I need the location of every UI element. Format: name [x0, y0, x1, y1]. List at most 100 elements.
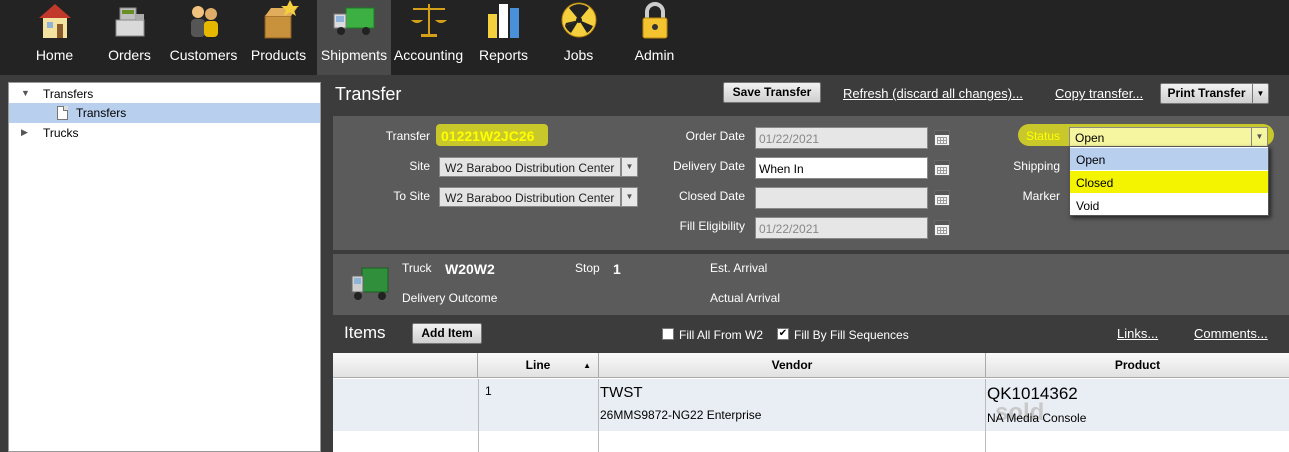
calendar-icon[interactable] — [934, 220, 950, 236]
stop-value: 1 — [613, 261, 621, 277]
nav-shipments-button[interactable]: Shipments — [317, 0, 391, 75]
actual-arrival-label: Actual Arrival — [710, 291, 781, 305]
fill-sequences-checkbox[interactable]: ✔ — [777, 328, 789, 340]
bar-chart-icon — [487, 4, 519, 38]
tree-item-label: Trucks — [43, 126, 79, 140]
padlock-icon — [642, 2, 667, 39]
nav-shipments-label: Shipments — [320, 47, 388, 63]
chevron-down-icon[interactable]: ▼ — [1251, 127, 1268, 147]
product-cell: QK1014362 — [987, 384, 1078, 403]
nav-home-button[interactable]: Home — [17, 0, 92, 75]
nav-accounting-label: Accounting — [393, 47, 464, 63]
status-option-open[interactable]: Open — [1070, 148, 1268, 170]
calendar-icon[interactable] — [934, 160, 950, 176]
nav-accounting-button[interactable]: Accounting — [391, 0, 466, 75]
stop-label: Stop — [575, 261, 600, 275]
page-title: Transfer — [335, 84, 402, 104]
nav-home-label: Home — [35, 47, 74, 63]
column-divider — [985, 379, 986, 452]
status-label: Status — [1025, 129, 1060, 143]
site-label: Site — [409, 159, 430, 173]
column-divider — [478, 379, 479, 452]
transfer-number: 01221W2JC26 — [441, 128, 535, 144]
delivery-outcome-label: Delivery Outcome — [402, 291, 498, 305]
items-grid: Line ▲ Vendor Product 1 TWST 26MMS9872-N… — [333, 353, 1289, 452]
links-link[interactable]: Links... — [1117, 326, 1158, 341]
add-item-button[interactable]: Add Item — [412, 323, 482, 344]
column-header-product[interactable]: Product — [986, 353, 1289, 378]
house-icon — [38, 4, 71, 38]
truck-icon — [333, 7, 375, 35]
radiation-icon — [561, 2, 596, 38]
main-nav: Home Orders Customers Products Shipments… — [0, 0, 1289, 75]
to-site-label: To Site — [393, 189, 430, 203]
column-header-label: Line — [525, 358, 551, 372]
tree-item-transfers-group[interactable]: ▼ Transfers — [9, 84, 320, 104]
column-header-blank[interactable] — [333, 353, 478, 378]
truck-icon — [351, 267, 389, 300]
chevron-down-icon[interactable]: ▼ — [621, 187, 638, 207]
shipping-label: Shipping — [1013, 159, 1060, 173]
status-option-void[interactable]: Void — [1070, 194, 1268, 216]
fill-eligibility-field[interactable]: 01/22/2021 — [755, 217, 928, 239]
cash-register-icon — [115, 7, 144, 37]
items-title: Items — [344, 323, 386, 342]
nav-orders-button[interactable]: Orders — [92, 0, 167, 75]
refresh-link[interactable]: Refresh (discard all changes)... — [843, 86, 1023, 101]
est-arrival-label: Est. Arrival — [710, 261, 768, 275]
tree-item-label: Transfers — [76, 106, 127, 120]
comments-link[interactable]: Comments... — [1194, 326, 1268, 341]
marker-label: Marker — [1022, 189, 1060, 203]
closed-date-field[interactable] — [755, 187, 928, 209]
calendar-icon[interactable] — [934, 130, 950, 146]
fill-all-checkbox[interactable] — [662, 328, 674, 340]
nav-jobs-button[interactable]: Jobs — [541, 0, 616, 75]
sort-ascending-icon: ▲ — [583, 361, 591, 370]
truck-label: Truck — [402, 261, 432, 275]
people-icon — [190, 6, 218, 37]
nav-products-label: Products — [250, 47, 307, 63]
line-cell: 1 — [485, 384, 492, 398]
delivery-date-label: Delivery Date — [672, 159, 745, 173]
status-dropdown-list: Open Closed Void — [1069, 146, 1269, 216]
calendar-icon[interactable] — [934, 190, 950, 206]
transfer-label: Transfer — [385, 129, 430, 143]
delivery-date-field[interactable]: When In — [755, 157, 928, 179]
order-date-label: Order Date — [685, 129, 745, 143]
save-transfer-button[interactable]: Save Transfer — [723, 82, 821, 103]
truck-value: W20W2 — [445, 261, 495, 277]
to-site-select[interactable]: W2 Baraboo Distribution Center — [439, 187, 621, 207]
tree-item-trucks[interactable]: ▶ Trucks — [9, 123, 320, 143]
closed-date-label: Closed Date — [678, 189, 745, 203]
nav-customers-label: Customers — [169, 47, 238, 63]
collapse-arrow-icon[interactable]: ▶ — [21, 127, 28, 138]
fill-sequences-label: Fill By Fill Sequences — [794, 328, 909, 342]
table-row[interactable] — [333, 379, 1289, 431]
status-option-closed[interactable]: Closed — [1070, 171, 1268, 193]
column-header-line[interactable]: Line ▲ — [478, 353, 599, 378]
nav-jobs-label: Jobs — [563, 47, 594, 63]
column-divider — [598, 379, 599, 452]
scales-icon — [410, 4, 447, 37]
print-dropdown-button[interactable]: ▼ — [1252, 83, 1269, 104]
column-header-vendor[interactable]: Vendor — [599, 353, 986, 378]
grid-header: Line ▲ Vendor Product — [333, 353, 1289, 378]
nav-admin-button[interactable]: Admin — [617, 0, 692, 75]
site-select[interactable]: W2 Baraboo Distribution Center — [439, 157, 621, 177]
copy-transfer-link[interactable]: Copy transfer... — [1055, 86, 1143, 101]
nav-products-button[interactable]: Products — [241, 0, 316, 75]
vendor-cell: TWST — [600, 384, 643, 401]
tree-item-transfers[interactable]: Transfers — [9, 103, 320, 123]
fill-all-label: Fill All From W2 — [679, 328, 763, 342]
nav-admin-label: Admin — [634, 47, 675, 63]
order-date-field[interactable]: 01/22/2021 — [755, 127, 928, 149]
expand-arrow-icon[interactable]: ▼ — [21, 88, 30, 98]
nav-customers-button[interactable]: Customers — [166, 0, 241, 75]
print-transfer-button[interactable]: Print Transfer — [1160, 83, 1253, 104]
nav-reports-button[interactable]: Reports — [466, 0, 541, 75]
chevron-down-icon[interactable]: ▼ — [621, 157, 638, 177]
status-select[interactable]: Open — [1069, 127, 1252, 147]
fill-eligibility-label: Fill Eligibility — [679, 219, 745, 233]
nav-reports-label: Reports — [478, 47, 529, 63]
nav-orders-label: Orders — [108, 47, 151, 63]
